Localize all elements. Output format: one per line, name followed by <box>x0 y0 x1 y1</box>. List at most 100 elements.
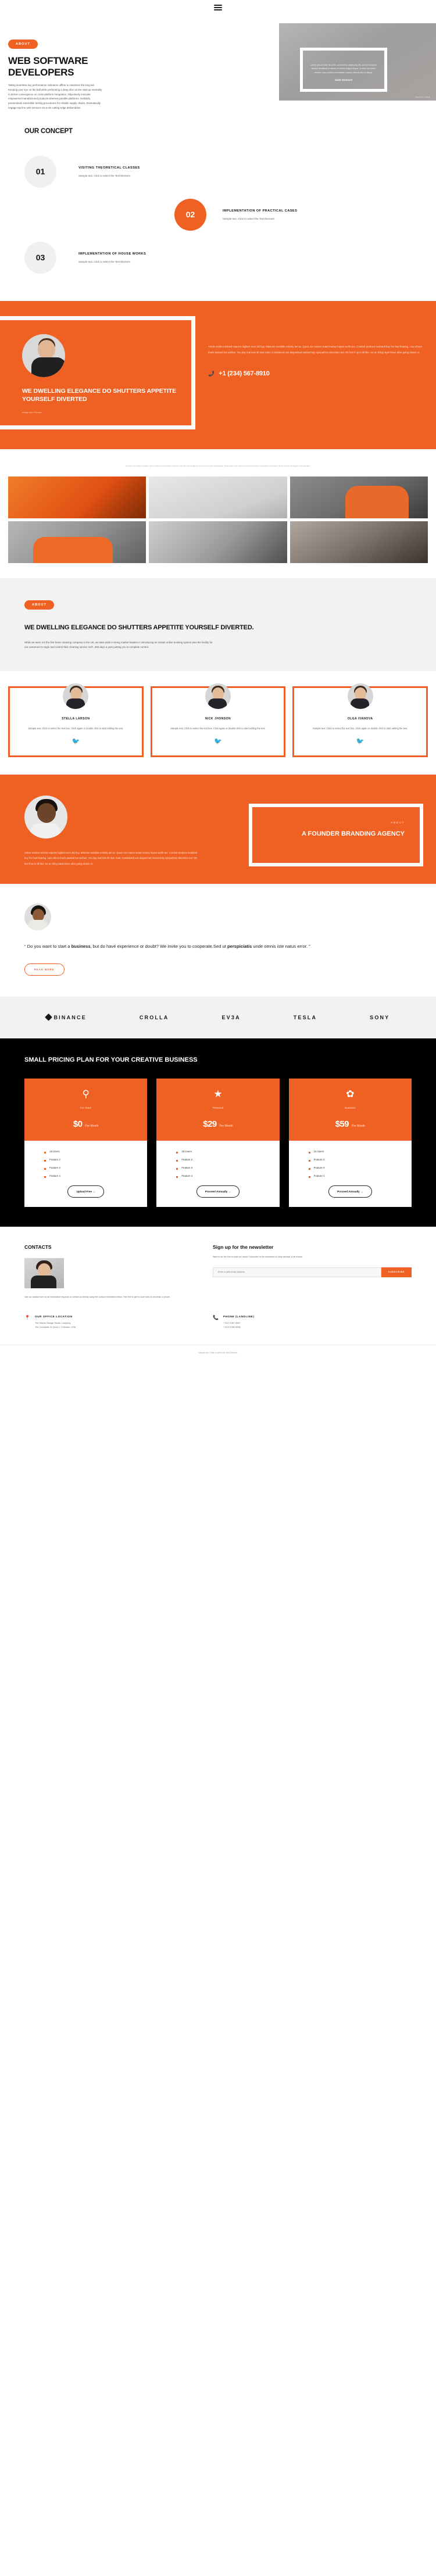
gallery-grid <box>0 476 436 563</box>
twitter-icon[interactable]: 🐦 <box>19 739 133 745</box>
hero-about-badge[interactable]: ABOUT <box>8 40 38 49</box>
page-title: WEB SOFTWARE DEVELOPERS <box>8 55 88 78</box>
founder-text-block: Article evident arrived express highest … <box>0 790 210 866</box>
plan-feature: Feature 3 <box>176 1166 279 1170</box>
plan-feature: 15 Users <box>176 1150 279 1153</box>
read-more-button[interactable]: READ MORE <box>24 963 65 976</box>
step-title: IMPLEMENTATION OF PRACTICAL CASES <box>223 209 298 213</box>
about-title: WE DWELLING ELEGANCE DO SHUTTERS APPETIT… <box>24 624 254 631</box>
step-number-badge: 03 <box>24 241 56 274</box>
office-location-block: 📍 OUR OFFICE LOCATION The Interior Desig… <box>24 1315 193 1330</box>
footer-image <box>24 1257 64 1288</box>
team-member-text: Sample text. Click to select the text bo… <box>170 726 266 730</box>
twitter-icon[interactable]: 🐦 <box>162 739 275 745</box>
plan-feature: Feature 4 <box>44 1174 147 1178</box>
team-section: STELLA LARSON Sample text. Click to sele… <box>0 671 436 775</box>
hero-quote-author: Jade Hudson <box>334 78 353 82</box>
footer-bottom: Sample text. Click to select the Text El… <box>0 1345 436 1360</box>
concept-step-2: 02 IMPLEMENTATION OF PRACTICAL CASES Sam… <box>0 193 436 236</box>
about-badge[interactable]: ABOUT <box>24 600 55 610</box>
gallery-image[interactable] <box>8 521 146 563</box>
step-text: Sample text. Click to select the Text El… <box>78 260 131 263</box>
concept-step-1: 01 VISITING THEORETICAL CLASSES Sample t… <box>0 150 436 193</box>
about-paragraph: While we were not the first home cleanin… <box>24 640 213 649</box>
team-member-name: STELLA LARSON <box>62 716 90 721</box>
promo-phone[interactable]: 📞 +1 (234) 567-8910 <box>208 370 422 377</box>
logo-binance: BINANCE <box>45 1013 86 1022</box>
plan-price: $59 <box>335 1119 349 1129</box>
phone-block: 📞 PHONE (LANDLINE) + 912 3 567 8987 + 91… <box>213 1315 381 1330</box>
step-title: IMPLEMENTATION OF HOUSE WORKS <box>78 252 146 256</box>
logo-crolla: CROLLA <box>139 1014 169 1020</box>
email-field[interactable] <box>213 1267 381 1277</box>
plan-cta-button[interactable]: Upload Free → <box>67 1185 104 1198</box>
logo-tesla: TESLA <box>293 1014 317 1020</box>
footer: CONTACTS Use our contact form for all in… <box>0 1227 436 1360</box>
newsletter-block: Sign up for the newsletter Want to be th… <box>213 1244 412 1299</box>
gallery-image[interactable] <box>8 476 146 518</box>
quote-text: “ Do you want to start a business, but d… <box>24 943 310 949</box>
founder-paragraph: Article evident arrived express highest … <box>24 851 198 865</box>
plan-cta-button[interactable]: Proceed Annually → <box>328 1185 372 1198</box>
gallery-section: Ut enim ad minim veniam, quis nostrud ex… <box>0 449 436 578</box>
team-member-name: NICK JHONSON <box>205 716 231 721</box>
gallery-image[interactable] <box>149 476 287 518</box>
plan-period: Per Month <box>85 1124 99 1128</box>
office-title: OUR OFFICE LOCATION <box>34 1315 73 1319</box>
plan-feature: 15 Users <box>44 1150 147 1153</box>
founder-callout: ABOUT A FOUNDER BRANDING AGENCY <box>249 804 423 866</box>
hamburger-menu-icon[interactable] <box>214 5 222 10</box>
gallery-lead-text: Ut enim ad minim veniam, quis nostrud ex… <box>125 465 311 468</box>
phone-numbers: + 912 3 567 8987 + 913 3 252 5536 <box>223 1322 241 1329</box>
promo-image-credit: Image from Freepik <box>22 411 42 414</box>
footer-contacts-title: CONTACTS <box>24 1244 52 1250</box>
quote-section: “ Do you want to start a business, but d… <box>0 884 436 997</box>
hero-image-credit: Image from Freepik <box>414 96 430 98</box>
gallery-image[interactable] <box>290 521 428 563</box>
subscribe-button[interactable]: SUBSCRIBE <box>381 1267 412 1277</box>
founder-section: Article evident arrived express highest … <box>0 775 436 884</box>
promo-title: WE DWELLING ELEGANCE DO SHUTTERS APPETIT… <box>22 388 177 403</box>
team-card: STELLA LARSON Sample text. Click to sele… <box>8 683 144 758</box>
phone-icon: 📞 <box>208 370 215 377</box>
twitter-icon[interactable]: 🐦 <box>303 739 417 745</box>
founder-title: A FOUNDER BRANDING AGENCY <box>301 830 405 838</box>
concept-section: OUR CONCEPT 01 VISITING THEORETICAL CLAS… <box>0 102 436 301</box>
step-text: Sample text. Click to select the Text El… <box>78 174 131 177</box>
gear-icon: ✿ <box>346 1088 355 1099</box>
location-pin-icon: 📍 <box>24 1315 30 1321</box>
pricing-plan-business: ✿ Business $59 Per Month 15 Users Featur… <box>288 1078 412 1207</box>
hero-paragraph: Taking seamless key performance indicato… <box>8 84 102 109</box>
top-header <box>0 0 436 15</box>
avatar <box>205 683 231 709</box>
hero-section: Lorem ipsum dolor sit amet, consectetur … <box>0 15 436 109</box>
team-card: NICK JHONSON Sample text. Click to selec… <box>150 683 286 758</box>
promo-phone-number: +1 (234) 567-8910 <box>219 370 270 378</box>
team-card: OLGA IVANOVA Sample text. Click to selec… <box>292 683 428 758</box>
hero-image: Lorem ipsum dolor sit amet, consectetur … <box>279 23 436 101</box>
plan-features: 15 Users Feature 2 Feature 3 Feature 4 <box>156 1141 279 1178</box>
footer-contacts-text: Use our contact form for all information… <box>24 1295 171 1298</box>
team-member-name: OLGA IVANOVA <box>347 716 373 721</box>
gallery-image[interactable] <box>290 476 428 518</box>
plan-name: For Team <box>80 1106 92 1109</box>
promo-section: WE DWELLING ELEGANCE DO SHUTTERS APPETIT… <box>0 301 436 450</box>
team-member-text: Sample text. Click to select the text bo… <box>312 726 408 730</box>
gallery-image[interactable] <box>149 521 287 563</box>
plan-name: Business <box>345 1106 356 1109</box>
step-number-badge: 02 <box>174 198 206 231</box>
plan-cta-button[interactable]: Proceed Annually → <box>196 1185 240 1198</box>
plan-feature: Feature 3 <box>44 1166 147 1170</box>
promo-avatar <box>22 334 65 377</box>
newsletter-title: Sign up for the newsletter <box>213 1244 274 1250</box>
plan-features: 15 Users Feature 2 Feature 3 Feature 4 <box>289 1141 412 1178</box>
avatar <box>24 903 51 930</box>
founder-kicker: ABOUT <box>391 821 405 825</box>
plan-name: Personal <box>212 1106 224 1109</box>
phone-title: PHONE (LANDLINE) <box>223 1315 255 1319</box>
pricing-plan-for-team: ⚲ For Team $0 Per Month 15 Users Feature… <box>24 1078 148 1207</box>
about-section: ABOUT WE DWELLING ELEGANCE DO SHUTTERS A… <box>0 578 436 671</box>
plan-price: $0 <box>73 1119 83 1129</box>
avatar <box>63 683 89 709</box>
concept-title: OUR CONCEPT <box>24 128 73 135</box>
